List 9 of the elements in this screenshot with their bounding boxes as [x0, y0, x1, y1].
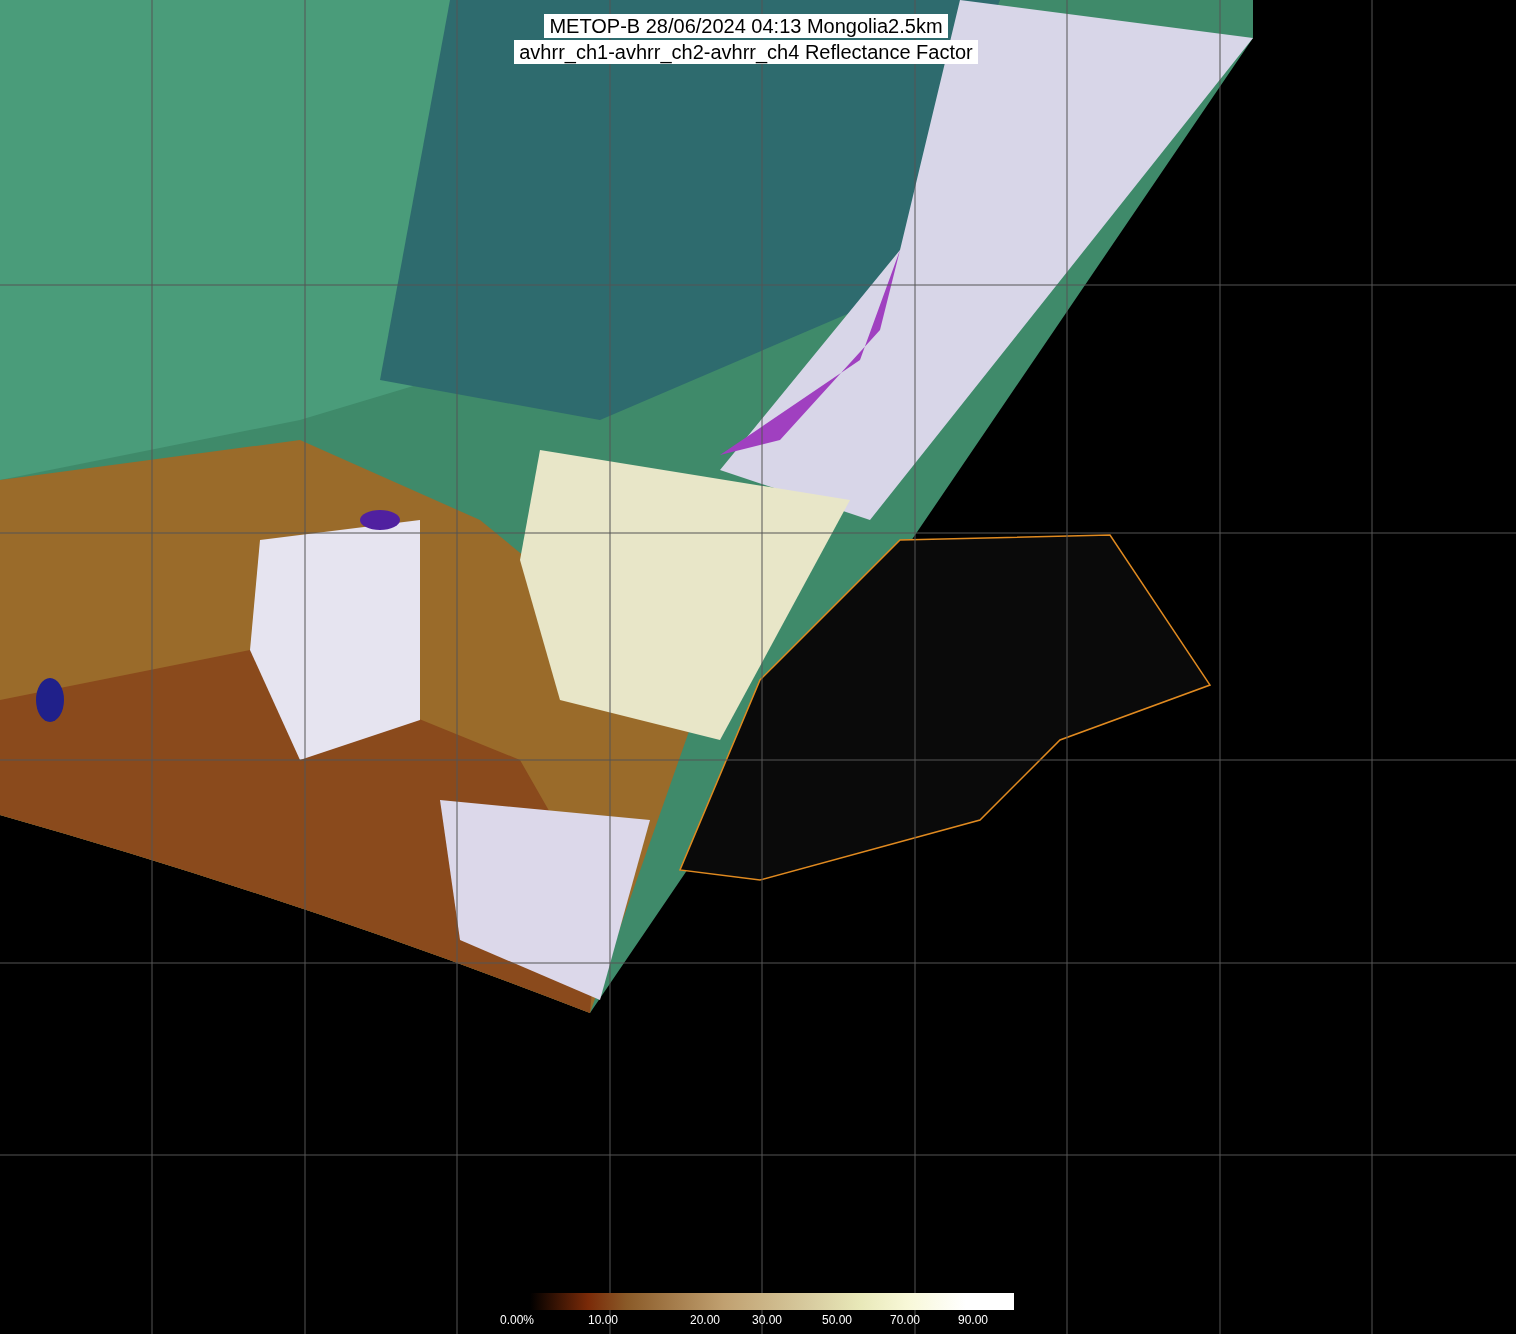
scale-label: 50.00	[822, 1313, 853, 1327]
scale-label: 90.00	[958, 1313, 989, 1327]
scale-label: 70.00	[890, 1313, 921, 1327]
map-title: METOP-B 28/06/2024 04:13 Mongolia2.5km	[544, 14, 948, 38]
scale-label: 10.00	[588, 1313, 619, 1327]
scale-label: 20.00	[690, 1313, 721, 1327]
scale-label: 30.00	[752, 1313, 783, 1327]
map-title: avhrr_ch1-avhrr_ch2-avhrr_ch4 Reflectance Factor	[514, 40, 978, 64]
scale-label: 0.00%	[500, 1313, 535, 1327]
